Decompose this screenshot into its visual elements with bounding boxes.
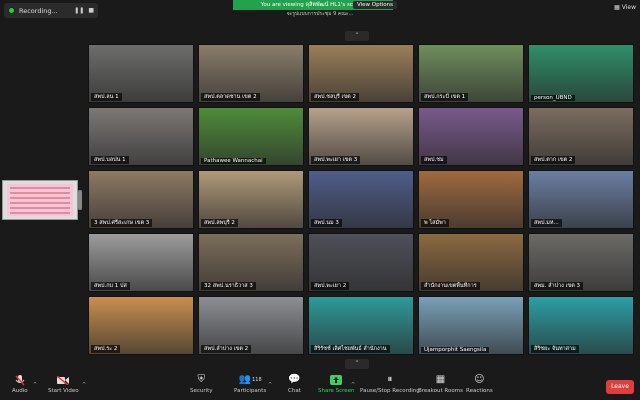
view-options-button[interactable]: View Options	[353, 1, 398, 9]
people-icon: 👥 118	[238, 374, 262, 385]
breakout-rooms-button[interactable]: ▦ Breakout Rooms	[418, 374, 463, 394]
share-options-caret[interactable]: ^	[351, 382, 355, 388]
participant-name-label: สิริชยะ จันทาสาม	[531, 345, 579, 353]
share-screen-icon	[330, 374, 343, 386]
video-gallery: สพป.ลน 1 สพป.ตลาดชาน เขต 2 สพป.ชลบุรี เขต …	[88, 44, 634, 356]
video-off-icon	[57, 374, 70, 386]
reactions-button[interactable]: ☺ Reactions	[466, 374, 493, 394]
participants-button[interactable]: 👥 118 Participants	[234, 374, 266, 394]
participant-name-label: สพป.นม 3	[311, 219, 342, 227]
view-label: View	[621, 4, 636, 11]
leave-button[interactable]: Leave	[606, 380, 634, 394]
start-video-button[interactable]: Start Video	[48, 374, 79, 394]
participants-options-caret[interactable]: ^	[268, 382, 272, 388]
recording-dot-icon	[8, 7, 15, 14]
participant-video-tile[interactable]: Pathawee Wannachai	[198, 107, 304, 166]
participant-name-label: สำนักงานเขตพื้นที่การ	[421, 282, 480, 290]
page-down-arrow[interactable]: ˅	[345, 359, 369, 369]
security-label: Security	[190, 388, 213, 394]
participant-name-label: พ ไสมัพา	[421, 219, 449, 227]
participant-video-tile[interactable]: สพป.ตลาดชาน เขต 2	[198, 44, 304, 103]
audio-button[interactable]: Audio	[12, 374, 28, 394]
participant-video-tile[interactable]: สำนักงานเขตพื้นที่การ	[418, 233, 524, 292]
audio-label: Audio	[12, 388, 28, 394]
participant-video-tile[interactable]: สพป.นม 3	[308, 170, 414, 229]
participant-name-label: สพป.มห...	[531, 219, 562, 227]
pause-icon: ⏸	[387, 374, 393, 385]
participant-video-tile[interactable]: Ujamporphit Saengsila	[418, 296, 524, 355]
participant-name-label: สพป.กบ 1 ปส	[91, 282, 130, 290]
participant-name-label: 32 สพป.นราธิวาส 3	[201, 282, 256, 290]
splitter-handle[interactable]	[78, 190, 82, 210]
participant-name-label: สพป.ระ 2	[91, 345, 121, 353]
smiley-plus-icon: ☺	[474, 374, 485, 385]
participant-video-tile[interactable]: สพป.ชม	[418, 107, 524, 166]
participant-video-tile[interactable]: 3 สพป.ศรีสะเกษ เขต 3	[88, 170, 194, 229]
recording-indicator[interactable]: Recording... ❚❚ ■	[4, 3, 98, 18]
participant-video-tile[interactable]: สพป.ระ 2	[88, 296, 194, 355]
participant-video-tile[interactable]: 32 สพป.นราธิวาส 3	[198, 233, 304, 292]
participant-name-label: สพป.ตาก เขต 2	[531, 156, 576, 164]
participant-name-label: 3 สพป.ศรีสะเกษ เขต 3	[91, 219, 153, 227]
participant-name-label: สพป.ชลบุรี เขต 2	[311, 93, 359, 101]
chat-bubble-icon: 💬	[288, 374, 301, 385]
security-button[interactable]: ⛨ Security	[190, 374, 213, 394]
participant-video-tile[interactable]: สพป.ลน 1	[88, 44, 194, 103]
grid-icon: ▦	[435, 374, 446, 385]
participant-name-label: สพป.ลำปาง เขต 2	[201, 345, 252, 353]
participant-video-tile[interactable]: สพป.ตาก เขต 2	[528, 107, 634, 166]
participant-video-tile[interactable]: พ ไสมัพา	[418, 170, 524, 229]
stop-recording-icon[interactable]: ■	[88, 7, 94, 14]
breakout-rooms-label: Breakout Rooms	[418, 388, 463, 394]
participant-video-tile[interactable]: person_UBND	[528, 44, 634, 103]
participant-name-label: Ujamporphit Saengsila	[421, 347, 490, 353]
participant-name-label: สพป.ลน 1	[91, 93, 122, 101]
audio-options-caret[interactable]: ^	[33, 382, 37, 388]
participant-name-label: สพม. ลำปาง เขต 3	[531, 282, 584, 290]
shared-screen-title: จะรูปแบบการประชุม 9 คณะ...	[286, 11, 354, 17]
page-up-arrow[interactable]: ˄	[345, 31, 369, 41]
pause-recording-icon[interactable]: ❚❚	[74, 7, 84, 14]
participant-name-label: person_UBND	[531, 95, 575, 101]
start-video-label: Start Video	[48, 388, 79, 394]
participant-video-tile[interactable]: สพป.กระบี่ เขต 1	[418, 44, 524, 103]
participant-name-label: สพป.ตลาดชาน เขต 2	[201, 93, 260, 101]
chat-button[interactable]: 💬 Chat	[288, 374, 301, 394]
share-screen-label: Share Screen	[318, 388, 355, 394]
participant-video-tile[interactable]: สพป.มห...	[528, 170, 634, 229]
participant-name-label: สพป.กระบี่ เขต 1	[421, 93, 469, 101]
top-bar: Recording... ❚❚ ■ You are viewing ดุสิตพ…	[0, 0, 640, 22]
video-options-caret[interactable]: ^	[82, 382, 86, 388]
recording-label: Recording...	[19, 6, 58, 15]
share-screen-button[interactable]: Share Screen	[318, 374, 355, 394]
pause-recording-label: Pause/Stop Recording	[360, 388, 420, 394]
participant-name-label: สพป.พะเยา เขต 3	[311, 156, 361, 164]
participant-video-tile[interactable]: สพป.พะเยา เขต 3	[308, 107, 414, 166]
microphone-muted-icon	[14, 374, 26, 386]
participant-video-tile[interactable]: สิริรัชช์ เลิศไชยพันธ์ สำนักงาน	[308, 296, 414, 355]
participant-name-label: สพป.ชม	[421, 156, 447, 164]
participant-name-label: สพป.ลพบุรี 2	[201, 219, 238, 227]
chat-label: Chat	[288, 388, 301, 394]
participant-name-label: สพป.บลปน 1	[91, 156, 129, 164]
participant-name-label: สพป.พะเยา 2	[311, 282, 350, 290]
participant-name-label: สิริรัชช์ เลิศไชยพันธ์ สำนักงาน	[311, 345, 390, 353]
participant-video-tile[interactable]: สพป.กบ 1 ปส	[88, 233, 194, 292]
reactions-label: Reactions	[466, 388, 493, 394]
participant-video-tile[interactable]: สพม. ลำปาง เขต 3	[528, 233, 634, 292]
participant-video-tile[interactable]: สพป.ลพบุรี 2	[198, 170, 304, 229]
meeting-toolbar: Audio ^ Start Video ^ ⛨ Security 👥 118 Pa…	[0, 372, 640, 400]
shared-screen-thumbnail[interactable]	[2, 180, 78, 220]
shield-icon: ⛨	[197, 374, 206, 385]
participants-label: Participants	[234, 388, 267, 394]
participant-video-tile[interactable]: สิริชยะ จันทาสาม	[528, 296, 634, 355]
participant-video-tile[interactable]: สพป.ชลบุรี เขต 2	[308, 44, 414, 103]
participant-video-tile[interactable]: สพป.ลำปาง เขต 2	[198, 296, 304, 355]
view-button[interactable]: ▦ View	[614, 4, 636, 11]
participant-video-tile[interactable]: สพป.พะเยา 2	[308, 233, 414, 292]
participant-video-tile[interactable]: สพป.บลปน 1	[88, 107, 194, 166]
participants-count: 118	[252, 377, 262, 383]
participant-name-label: Pathawee Wannachai	[201, 158, 266, 164]
pause-stop-recording-button[interactable]: ⏸ Pause/Stop Recording	[360, 374, 420, 394]
